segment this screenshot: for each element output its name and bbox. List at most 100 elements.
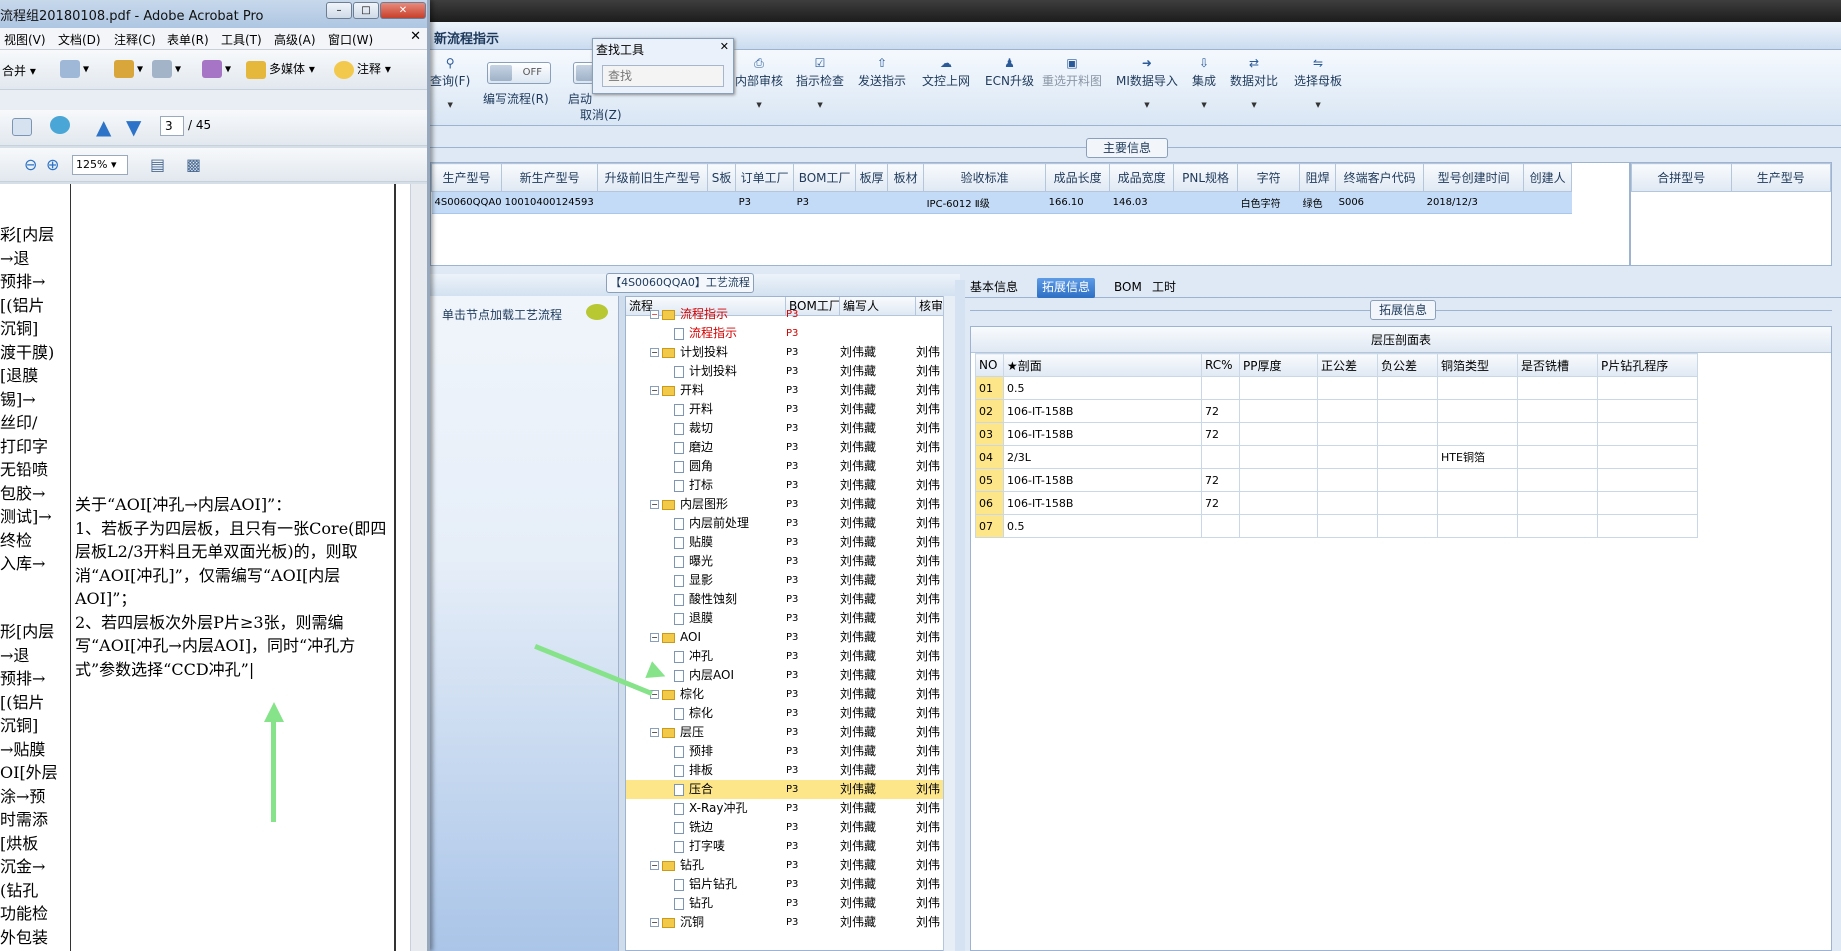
page-view-button[interactable] [12, 118, 35, 136]
column-header[interactable]: 型号创建时间 [1423, 163, 1525, 192]
globe-button[interactable] [50, 116, 73, 134]
menu-comment[interactable]: 注释(C) [114, 31, 156, 48]
table-cell[interactable] [1517, 376, 1598, 400]
menu-forms[interactable]: 表单(R) [167, 31, 209, 48]
minimize-button[interactable]: – [326, 2, 352, 19]
table-row[interactable]: 06 106-IT-158B 72 [975, 491, 1698, 515]
table-cell[interactable]: 72 [1201, 468, 1240, 492]
table-cell[interactable]: P3 [793, 191, 856, 214]
start-button[interactable]: 启动 [568, 90, 592, 107]
tree-node[interactable]: 流程指示 P3 [626, 324, 944, 343]
table-cell[interactable] [1517, 514, 1598, 538]
column-header[interactable]: 阻焊 [1299, 163, 1337, 192]
data-compare-button[interactable]: ⇄ 数据对比 ▼ [1230, 54, 1278, 109]
table-cell[interactable] [1437, 514, 1518, 538]
column-header[interactable]: S板 [707, 163, 737, 192]
off-toggle[interactable]: OFF [487, 62, 551, 84]
table-cell[interactable]: 0.5 [1003, 376, 1202, 400]
collapse-icon[interactable]: − [650, 918, 659, 927]
table-cell[interactable] [1597, 376, 1698, 400]
table-cell[interactable] [1201, 514, 1240, 538]
mi-data-import-button[interactable]: ➜ MI数据导入 ▼ [1116, 54, 1178, 109]
aoi-note-text[interactable]: 关于“AOI[冲孔→内层AOI]”： 1、若板子为四层板，且只有一张Core(即… [75, 493, 393, 681]
tree-node[interactable]: 棕化 P3 刘伟藏 刘伟 [626, 704, 944, 723]
send-instruction-button[interactable]: ⇧ 发送指示 [858, 54, 906, 89]
table-cell[interactable]: 05 [975, 468, 1004, 492]
tree-node[interactable]: 打标 P3 刘伟藏 刘伟 [626, 476, 944, 495]
column-header[interactable]: 是否铣槽 [1517, 353, 1598, 377]
table-cell[interactable] [1377, 376, 1438, 400]
tree-node[interactable]: 开料 P3 刘伟藏 刘伟 [626, 400, 944, 419]
column-header[interactable]: 生产型号 [430, 163, 503, 192]
sign-button[interactable]: ▾ [152, 60, 181, 78]
tree-node[interactable]: 曝光 P3 刘伟藏 刘伟 [626, 552, 944, 571]
tree-node[interactable]: 钻孔 P3 刘伟藏 刘伟 [626, 894, 944, 913]
collapse-icon[interactable]: − [650, 310, 659, 319]
column-header[interactable]: BOM工厂 [793, 163, 857, 192]
table-cell[interactable] [1437, 399, 1518, 423]
table-cell[interactable]: 106-IT-158B [1003, 422, 1202, 446]
column-header[interactable]: 终端客户代码 [1335, 163, 1425, 192]
table-cell[interactable] [1239, 514, 1318, 538]
column-header[interactable]: 创建人 [1523, 163, 1573, 192]
tree-node[interactable]: 铣边 P3 刘伟藏 刘伟 [626, 818, 944, 837]
table-cell[interactable]: 10010400124593 [501, 191, 598, 214]
table-cell[interactable]: 106-IT-158B [1003, 491, 1202, 515]
table-cell[interactable]: 01 [975, 376, 1004, 400]
table-cell[interactable] [1517, 445, 1598, 469]
table-cell[interactable]: 06 [975, 491, 1004, 515]
fit-width-icon[interactable]: ▩ [186, 155, 201, 174]
tree-node[interactable]: − 沉铜 P3 刘伟藏 刘伟 [626, 913, 944, 932]
column-header[interactable]: 订单工厂 [735, 163, 795, 192]
table-cell[interactable]: 04 [975, 445, 1004, 469]
tree-node[interactable]: 退膜 P3 刘伟藏 刘伟 [626, 609, 944, 628]
table-cell[interactable] [1437, 376, 1518, 400]
column-header[interactable]: 正公差 [1317, 353, 1378, 377]
column-header[interactable]: 合拼型号 [1631, 163, 1732, 192]
table-cell[interactable] [1317, 422, 1378, 446]
instruction-check-button[interactable]: ☑ 指示检查 ▼ [796, 54, 844, 109]
table-cell[interactable]: 106-IT-158B [1003, 468, 1202, 492]
table-cell[interactable] [1239, 491, 1318, 515]
table-cell[interactable] [1201, 376, 1240, 400]
table-cell[interactable]: HTE铜箔 [1437, 445, 1518, 469]
table-cell[interactable]: 2/3L [1003, 445, 1202, 469]
merge-button[interactable]: 合并 ▾ [2, 62, 36, 79]
table-cell[interactable] [1377, 491, 1438, 515]
close-icon[interactable]: ✕ [720, 40, 729, 53]
table-row[interactable]: 02 106-IT-158B 72 [975, 399, 1698, 423]
table-cell[interactable] [1597, 491, 1698, 515]
page-number-input[interactable]: 3 [160, 116, 184, 136]
internal-review-button[interactable]: ⎙ 内部审核 ▼ [735, 54, 783, 109]
table-cell[interactable]: 106-IT-158B [1003, 399, 1202, 423]
tree-node[interactable]: 酸性蚀刻 P3 刘伟藏 刘伟 [626, 590, 944, 609]
table-row[interactable]: 4S0060QQA0 10010400124593 P3 P3 IPC-6012 Ⅱ级 1… [431, 191, 1572, 214]
table-cell[interactable] [1437, 468, 1518, 492]
tree-node[interactable]: 内层AOI P3 刘伟藏 刘伟 [626, 666, 944, 685]
collapse-icon[interactable]: − [650, 500, 659, 509]
table-cell[interactable] [1201, 445, 1240, 469]
table-cell[interactable]: 2018/12/3 [1423, 191, 1524, 214]
tree-node[interactable]: 裁切 P3 刘伟藏 刘伟 [626, 419, 944, 438]
tree-node[interactable]: 显影 P3 刘伟藏 刘伟 [626, 571, 944, 590]
tree-node[interactable]: − 层压 P3 刘伟藏 刘伟 [626, 723, 944, 742]
column-header[interactable]: RC% [1201, 353, 1240, 377]
tree-node[interactable]: 排板 P3 刘伟藏 刘伟 [626, 761, 944, 780]
table-cell[interactable] [1317, 445, 1378, 469]
table-cell[interactable] [1317, 399, 1378, 423]
tree-node[interactable]: − 钻孔 P3 刘伟藏 刘伟 [626, 856, 944, 875]
table-cell[interactable] [1517, 468, 1598, 492]
menu-window[interactable]: 窗口(W) [328, 31, 373, 48]
ecn-upgrade-button[interactable]: ♟ ECN升级 [985, 54, 1034, 89]
column-header[interactable]: 成品宽度 [1109, 163, 1175, 192]
table-cell[interactable] [1239, 422, 1318, 446]
menu-advanced[interactable]: 高级(A) [274, 31, 316, 48]
table-row[interactable]: 07 0.5 [975, 514, 1698, 538]
column-header[interactable]: 新生产型号 [501, 163, 599, 192]
tree-node[interactable]: 内层前处理 P3 刘伟藏 刘伟 [626, 514, 944, 533]
zoom-in-icon[interactable]: ⊕ [46, 155, 59, 174]
column-header[interactable]: P片钻孔程序 [1597, 353, 1698, 377]
table-cell[interactable] [1597, 514, 1698, 538]
menu-tools[interactable]: 工具(T) [221, 31, 262, 48]
table-cell[interactable]: 72 [1201, 399, 1240, 423]
